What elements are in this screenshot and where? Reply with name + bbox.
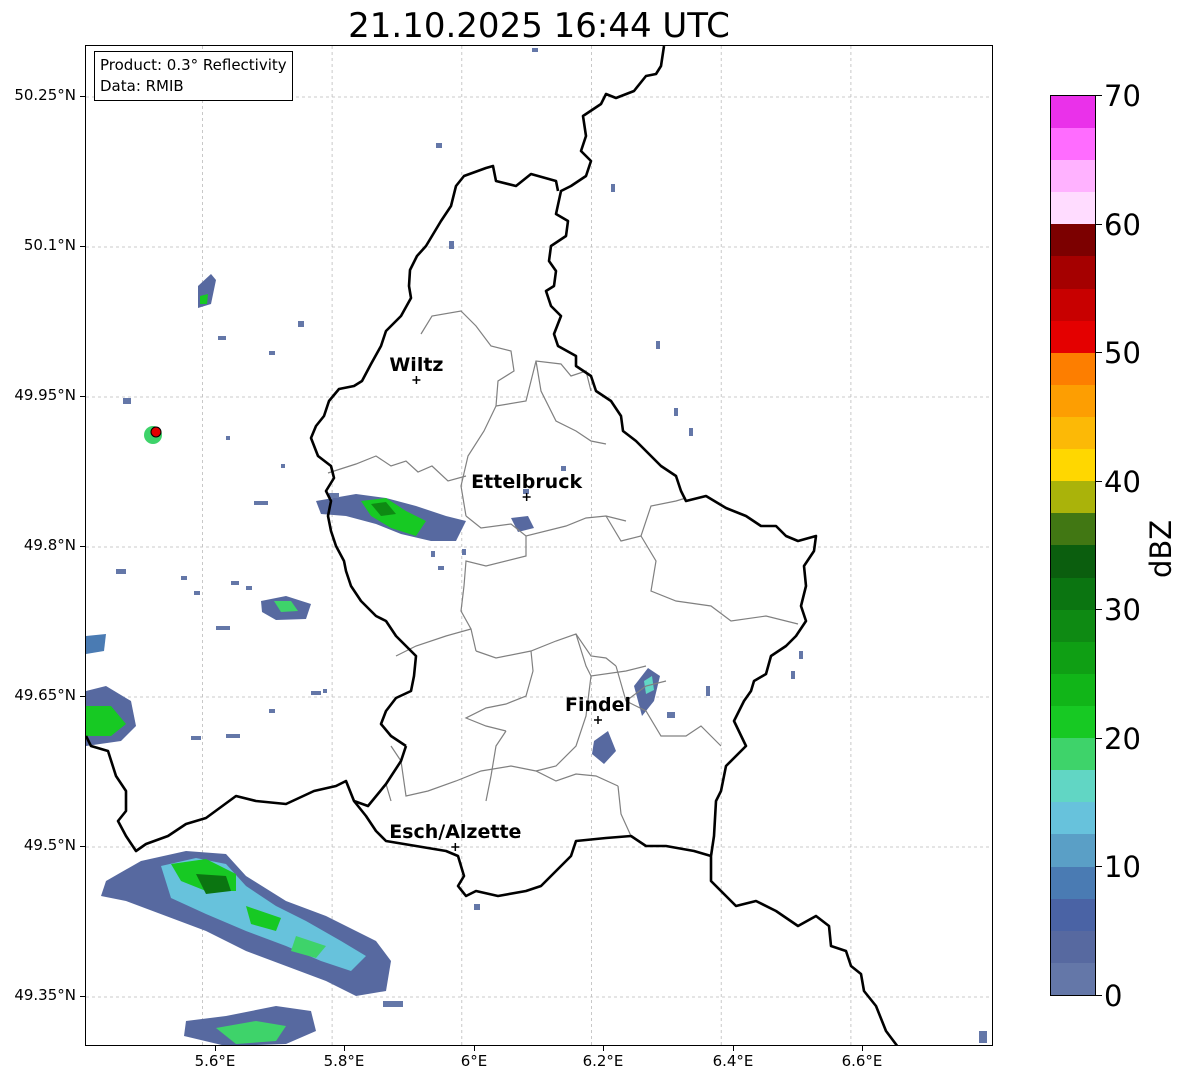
colorbar-segment — [1051, 320, 1095, 353]
colorbar-tick-label: 60 — [1104, 208, 1141, 242]
city-marker — [593, 716, 602, 724]
colorbar-segment — [1051, 866, 1095, 899]
lat-tick-label: 49.8°N — [23, 536, 76, 554]
lat-tick-mark — [80, 546, 85, 547]
colorbar-tick-label: 70 — [1104, 79, 1141, 113]
colorbar-segment — [1051, 288, 1095, 321]
canton-borders — [327, 310, 799, 837]
lat-tick-label: 50.25°N — [14, 86, 76, 104]
lon-tick-mark — [603, 1046, 604, 1051]
colorbar-segment — [1051, 128, 1095, 161]
radar-map[interactable]: Wiltz Ettelbruck Findel Esch/Alzette — [85, 45, 993, 1046]
colorbar-tick-mark — [1096, 95, 1102, 96]
city-marker — [451, 843, 460, 851]
colorbar-tick-label: 50 — [1104, 336, 1141, 370]
city-marker — [412, 376, 421, 384]
colorbar-segment — [1051, 834, 1095, 867]
colorbar-segment — [1051, 545, 1095, 578]
colorbar-segment — [1051, 256, 1095, 289]
colorbar-tick-label: 10 — [1104, 850, 1141, 884]
lon-tick-mark — [344, 1046, 345, 1051]
colorbar-segment — [1051, 738, 1095, 771]
colorbar-tick-label: 20 — [1104, 722, 1141, 756]
colorbar-segment — [1051, 609, 1095, 642]
lon-tick-label: 6.4°E — [712, 1052, 754, 1070]
colorbar-segment — [1051, 641, 1095, 674]
colorbar-segment — [1051, 962, 1095, 995]
colorbar-tick-mark — [1096, 481, 1102, 482]
colorbar-segment — [1051, 673, 1095, 707]
reflectivity-colorbar — [1050, 95, 1096, 996]
lon-tick-mark — [733, 1046, 734, 1051]
city-marker — [522, 493, 531, 501]
lon-tick-label: 5.8°E — [323, 1052, 365, 1070]
colorbar-tick-mark — [1096, 352, 1102, 353]
colorbar-segment — [1051, 706, 1095, 739]
colorbar-tick-label: 40 — [1104, 465, 1141, 499]
colorbar-segment — [1051, 384, 1095, 418]
product-label: Product: 0.3° Reflectivity — [100, 56, 287, 74]
map-canvas: Wiltz Ettelbruck Findel Esch/Alzette — [86, 46, 992, 1045]
colorbar-segment — [1051, 352, 1095, 385]
colorbar-segment — [1051, 770, 1095, 803]
data-source-label: Data: RMIB — [100, 77, 184, 95]
lon-tick-mark — [215, 1046, 216, 1051]
lat-tick-label: 49.5°N — [23, 836, 76, 854]
lon-tick-label: 6.2°E — [582, 1052, 624, 1070]
product-info-box: Product: 0.3° Reflectivity Data: RMIB — [94, 51, 293, 101]
lon-tick-mark — [862, 1046, 863, 1051]
lon-tick-label: 6.6°E — [841, 1052, 883, 1070]
lat-tick-label: 50.1°N — [23, 236, 76, 254]
city-label: Ettelbruck — [471, 471, 582, 493]
city-label: Esch/Alzette — [389, 821, 521, 843]
colorbar-segment — [1051, 481, 1095, 514]
colorbar-tick-mark — [1096, 609, 1102, 610]
colorbar-segment — [1051, 930, 1095, 963]
lon-tick-label: 5.6°E — [194, 1052, 236, 1070]
lon-tick-label: 6°E — [460, 1052, 488, 1070]
city-label: Findel — [565, 694, 631, 716]
colorbar-tick-label: 0 — [1104, 979, 1123, 1013]
colorbar-segment — [1051, 577, 1095, 610]
colorbar-segment — [1051, 160, 1095, 193]
colorbar-segment — [1051, 95, 1095, 129]
colorbar-segment — [1051, 513, 1095, 546]
lon-tick-mark — [474, 1046, 475, 1051]
colorbar-tick-mark — [1096, 995, 1102, 996]
colorbar-unit-label: dBZ — [1144, 519, 1178, 578]
lat-tick-mark — [80, 246, 85, 247]
colorbar-tick-mark — [1096, 224, 1102, 225]
lat-tick-mark — [80, 96, 85, 97]
colorbar-segment — [1051, 449, 1095, 482]
lat-tick-label: 49.95°N — [14, 386, 76, 404]
colorbar-segment — [1051, 802, 1095, 835]
colorbar-segment — [1051, 898, 1095, 931]
map-title: 21.10.2025 16:44 UTC — [348, 6, 730, 46]
lat-tick-label: 49.65°N — [14, 686, 76, 704]
lat-tick-mark — [80, 846, 85, 847]
lat-tick-mark — [80, 696, 85, 697]
lat-tick-mark — [80, 996, 85, 997]
colorbar-tick-mark — [1096, 866, 1102, 867]
city-label: Wiltz — [389, 354, 443, 376]
colorbar-tick-mark — [1096, 738, 1102, 739]
colorbar-segment — [1051, 417, 1095, 450]
colorbar-segment — [1051, 224, 1095, 257]
colorbar-tick-label: 30 — [1104, 593, 1141, 627]
colorbar-segment — [1051, 192, 1095, 225]
lat-tick-mark — [80, 396, 85, 397]
lat-tick-label: 49.35°N — [14, 986, 76, 1004]
